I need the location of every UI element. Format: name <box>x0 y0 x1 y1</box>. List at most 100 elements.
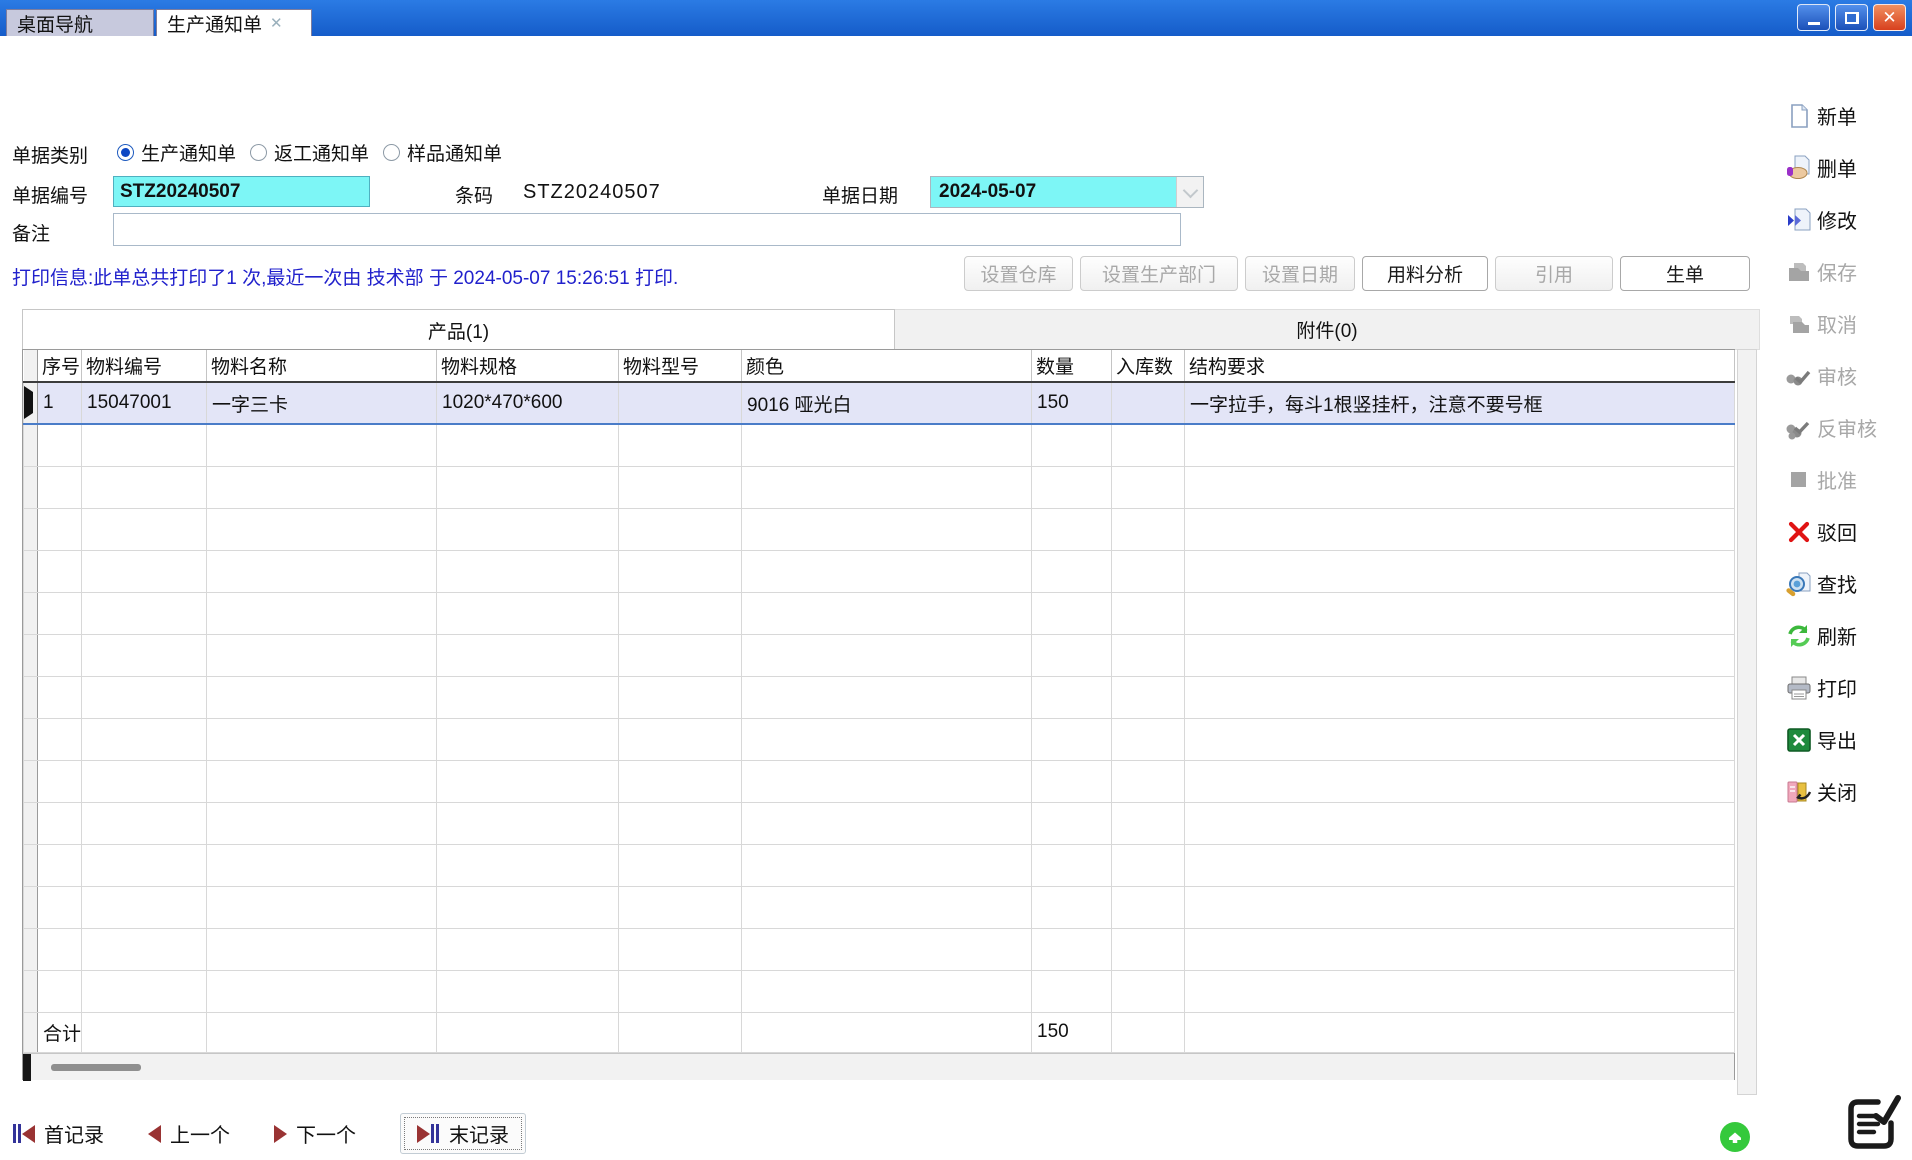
col-in-stock: 入库数 <box>1112 350 1185 382</box>
button-label: 删单 <box>1817 153 1857 182</box>
cell-name[interactable]: 一字三卡 <box>207 382 437 424</box>
approve-button[interactable]: 批准 <box>1786 464 1908 495</box>
horizontal-scrollbar-thumb[interactable] <box>51 1064 141 1071</box>
cell-color[interactable]: 9016 哑光白 <box>742 382 1032 424</box>
grid-bottom-marker <box>23 1054 31 1081</box>
table-row-empty <box>24 760 1735 802</box>
table-row-empty <box>24 508 1735 550</box>
button-label: 审核 <box>1817 361 1857 390</box>
tab-products[interactable]: 产品(1) <box>22 309 895 350</box>
nav-label: 末记录 <box>449 1119 509 1148</box>
chevron-down-icon[interactable] <box>1176 177 1203 207</box>
search-button[interactable]: 查找 <box>1786 568 1908 599</box>
cancel-button[interactable]: 取消 <box>1786 308 1908 339</box>
set-production-dept-button[interactable]: 设置生产部门 <box>1080 256 1238 291</box>
tab-close-icon[interactable]: ✕ <box>270 16 283 31</box>
set-warehouse-button[interactable]: 设置仓库 <box>964 256 1073 291</box>
cell-code[interactable]: 15047001 <box>82 382 207 424</box>
delete-doc-button[interactable]: 删单 <box>1786 152 1908 183</box>
doc-no-input[interactable] <box>113 176 370 207</box>
delete-doc-icon <box>1786 155 1812 181</box>
save-button[interactable]: 保存 <box>1786 256 1908 287</box>
print-icon <box>1786 675 1812 701</box>
nav-label: 首记录 <box>44 1119 104 1148</box>
doc-date-value: 2024-05-07 <box>931 181 1176 203</box>
button-label: 关闭 <box>1817 777 1857 806</box>
reject-button[interactable]: 驳回 <box>1786 516 1908 547</box>
cell-in-stock[interactable] <box>1112 382 1185 424</box>
reference-button[interactable]: 引用 <box>1495 256 1613 291</box>
close-form-icon <box>1786 779 1812 805</box>
note-check-icon <box>1840 1090 1902 1160</box>
tab-attachments[interactable]: 附件(0) <box>895 309 1760 350</box>
total-qty: 150 <box>1032 1012 1112 1052</box>
refresh-button[interactable]: 刷新 <box>1786 620 1908 651</box>
doc-date-select[interactable]: 2024-05-07 <box>930 176 1204 208</box>
edit-doc-button[interactable]: 修改 <box>1786 204 1908 235</box>
last-record-button[interactable]: 末记录 <box>400 1113 526 1154</box>
barcode-label: 条码 <box>455 181 493 208</box>
minimize-icon <box>1808 22 1820 25</box>
row-indicator <box>24 508 38 550</box>
button-label: 修改 <box>1817 205 1857 234</box>
doc-type-label: 单据类别 <box>12 141 88 168</box>
unaudit-icon <box>1786 415 1812 441</box>
cell-model[interactable] <box>619 382 742 424</box>
first-record-button[interactable]: 首记录 <box>12 1119 104 1148</box>
table-row-empty <box>24 718 1735 760</box>
close-button[interactable]: ✕ <box>1873 4 1906 31</box>
table-row-empty <box>24 466 1735 508</box>
unaudit-button[interactable]: 反审核 <box>1786 412 1908 443</box>
prev-record-button[interactable]: 上一个 <box>148 1119 230 1148</box>
row-indicator <box>24 424 38 466</box>
restore-button[interactable] <box>1835 4 1868 31</box>
audit-button[interactable]: 审核 <box>1786 360 1908 391</box>
radio-sample-notice[interactable]: 样品通知单 <box>383 139 502 166</box>
remark-input[interactable] <box>113 213 1181 246</box>
material-analysis-button[interactable]: 用料分析 <box>1362 256 1488 291</box>
row-indicator <box>24 550 38 592</box>
print-button[interactable]: 打印 <box>1786 672 1908 703</box>
next-record-button[interactable]: 下一个 <box>274 1119 356 1148</box>
cell-requirement[interactable]: 一字拉手，每斗1根竖挂杆，注意不要号框 <box>1185 382 1735 424</box>
cell-seq[interactable]: 1 <box>38 382 82 424</box>
radio-production-notice[interactable]: 生产通知单 <box>117 139 236 166</box>
save-icon <box>1786 259 1812 285</box>
tab-production-notice[interactable]: 生产通知单 ✕ <box>156 9 312 36</box>
radio-label: 返工通知单 <box>274 139 369 166</box>
col-material-spec: 物料规格 <box>437 350 619 382</box>
col-qty: 数量 <box>1032 350 1112 382</box>
table-row-empty <box>24 634 1735 676</box>
row-indicator <box>24 970 38 1012</box>
vertical-scrollbar[interactable] <box>1737 349 1757 1095</box>
app-window: 桌面导航 生产通知单 ✕ ✕ 单据类别 生产通知单 返工通知单 样品通知单 单据… <box>0 0 1912 1160</box>
audit-icon <box>1786 363 1812 389</box>
button-label: 查找 <box>1817 569 1857 598</box>
barcode-value: STZ20240507 <box>523 181 661 204</box>
table-empty-rows <box>24 424 1735 1012</box>
minimize-button[interactable] <box>1797 4 1830 31</box>
new-doc-button[interactable]: 新单 <box>1786 100 1908 131</box>
print-info-text: 打印信息:此单总共打印了1 次,最近一次由 技术部 于 2024-05-07 1… <box>12 263 678 290</box>
table-row-selected[interactable]: 1 15047001 一字三卡 1020*470*600 9016 哑光白 15… <box>24 382 1735 424</box>
col-material-model: 物料型号 <box>619 350 742 382</box>
radio-rework-notice[interactable]: 返工通知单 <box>250 139 369 166</box>
set-date-button[interactable]: 设置日期 <box>1245 256 1355 291</box>
horizontal-scrollbar[interactable] <box>23 1053 1734 1080</box>
current-row-marker <box>24 382 38 424</box>
cell-qty[interactable]: 150 <box>1032 382 1112 424</box>
product-grid: 序号 物料编号 物料名称 物料规格 物料型号 颜色 数量 入库数 结构要求 1 … <box>22 349 1735 1080</box>
doc-no-label: 单据编号 <box>12 181 88 208</box>
generate-doc-button[interactable]: 生单 <box>1620 256 1750 291</box>
row-indicator <box>24 592 38 634</box>
export-button[interactable]: 导出 <box>1786 724 1908 755</box>
window-controls: ✕ <box>1797 4 1906 31</box>
button-label: 刷新 <box>1817 621 1857 650</box>
button-label: 批准 <box>1817 465 1857 494</box>
row-indicator <box>24 634 38 676</box>
close-form-button[interactable]: 关闭 <box>1786 776 1908 807</box>
radio-icon <box>117 144 134 161</box>
cell-spec[interactable]: 1020*470*600 <box>437 382 619 424</box>
row-indicator <box>24 844 38 886</box>
tab-desktop-nav[interactable]: 桌面导航 <box>6 9 154 36</box>
